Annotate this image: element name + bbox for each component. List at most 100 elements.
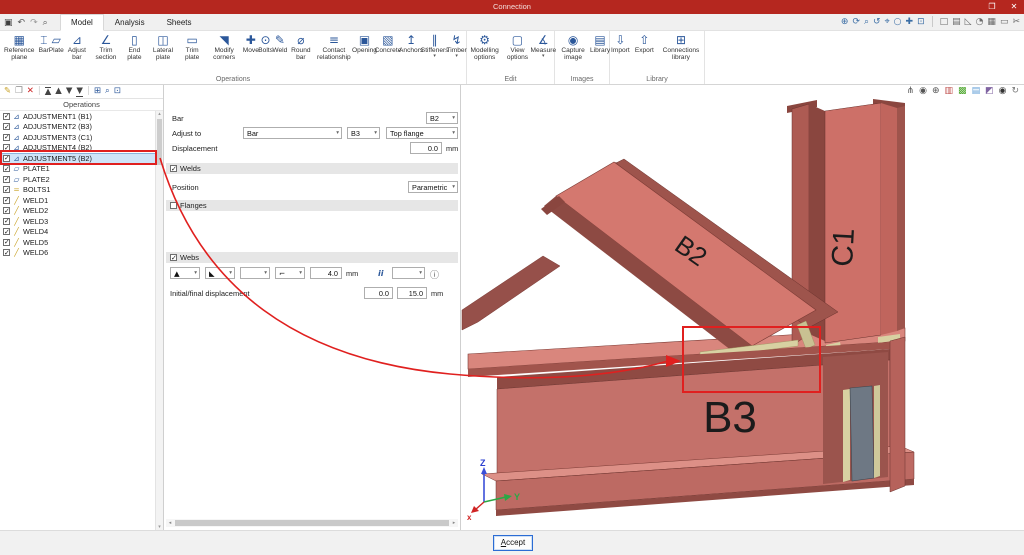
adjust-bar-button[interactable]: ⊿ Adjust bar bbox=[64, 33, 91, 61]
welds-checkbox[interactable] bbox=[170, 165, 177, 172]
checkbox[interactable] bbox=[3, 144, 10, 151]
comment-icon[interactable]: ▭ bbox=[1000, 17, 1009, 27]
tab-model[interactable]: Model bbox=[60, 14, 104, 31]
scroll-right-icon[interactable]: ▸ bbox=[450, 519, 458, 527]
tree-item-bolts1[interactable]: = BOLTS1 bbox=[0, 185, 163, 196]
tree-item-adjustment3[interactable]: ⊿ ADJUSTMENT3 (C1) bbox=[0, 132, 163, 143]
axes-icon[interactable]: ⋔ bbox=[907, 86, 915, 96]
perspective-icon[interactable]: ◉ bbox=[919, 86, 927, 96]
displacement-input[interactable]: 0.0 bbox=[410, 142, 442, 154]
tab-sheets[interactable]: Sheets bbox=[156, 14, 203, 31]
webs-checkbox[interactable] bbox=[170, 254, 177, 261]
weld-type-select[interactable]: ▲ ▾ bbox=[170, 267, 200, 279]
move-bottom-icon[interactable]: ▼ bbox=[76, 87, 83, 97]
toolbar-separator[interactable]: | bbox=[87, 87, 90, 96]
save-icon[interactable]: ▣ bbox=[4, 18, 13, 28]
ruler-icon[interactable]: ◺ bbox=[965, 17, 972, 27]
weld-pair-select[interactable]: ▾ bbox=[392, 267, 425, 279]
checkbox[interactable] bbox=[3, 176, 10, 183]
tree-item-weld5[interactable]: ╱ WELD5 bbox=[0, 237, 163, 248]
move-top-icon[interactable]: ▲ bbox=[45, 87, 52, 97]
checkbox[interactable] bbox=[3, 113, 10, 120]
connections-library-button[interactable]: ⊞ Connections library bbox=[658, 33, 704, 61]
delete-operation-icon[interactable]: ✕ bbox=[27, 87, 34, 96]
checkbox[interactable] bbox=[3, 155, 10, 162]
position-select[interactable]: Parametric ▾ bbox=[408, 181, 458, 193]
move-up-icon[interactable]: ▲ bbox=[55, 87, 62, 96]
visibility-icon[interactable]: ◉ bbox=[999, 86, 1007, 96]
previous-view-icon[interactable]: ↺ bbox=[873, 17, 881, 27]
checkbox[interactable] bbox=[3, 239, 10, 246]
move-down-icon[interactable]: ▼ bbox=[66, 87, 73, 96]
info-icon[interactable]: ⓘ bbox=[430, 268, 439, 281]
opening-button[interactable]: ▣ Opening bbox=[353, 33, 376, 54]
view-settings-icon[interactable]: ⊡ bbox=[917, 17, 925, 27]
concrete-button[interactable]: ▧ Concrete bbox=[376, 33, 400, 54]
redo-icon[interactable]: ↷ bbox=[30, 18, 38, 28]
reference-plane-button[interactable]: ▦ Reference plane bbox=[0, 33, 39, 61]
undo-icon[interactable]: ↶ bbox=[18, 18, 26, 28]
edit-operation-icon[interactable]: ✎ bbox=[4, 87, 11, 96]
initial-displacement-input[interactable]: 0.0 bbox=[364, 287, 393, 299]
pan-icon[interactable]: ⊕ bbox=[932, 86, 940, 96]
properties-scrollbar[interactable]: ◂ ▸ bbox=[166, 519, 458, 527]
checkbox[interactable] bbox=[3, 165, 10, 172]
tree-item-weld6[interactable]: ╱ WELD6 bbox=[0, 248, 163, 259]
weld-side-select[interactable]: ◣ ▾ bbox=[205, 267, 235, 279]
checkbox[interactable] bbox=[3, 197, 10, 204]
orbit-view-icon[interactable]: ⟳ bbox=[852, 17, 860, 27]
toolbar-separator[interactable]: | bbox=[38, 87, 41, 96]
checkbox[interactable] bbox=[3, 207, 10, 214]
tree-item-adjustment4[interactable]: ⊿ ADJUSTMENT4 (B2) bbox=[0, 143, 163, 154]
move-button[interactable]: ✚ Move bbox=[243, 33, 258, 54]
flanges-checkbox[interactable] bbox=[170, 202, 177, 209]
plate-button[interactable]: ▱ Plate bbox=[49, 33, 63, 54]
tree-item-weld3[interactable]: ╱ WELD3 bbox=[0, 216, 163, 227]
refresh-icon[interactable]: ⊡ bbox=[114, 87, 121, 96]
contact-relationship-button[interactable]: ≡ Contact relationship bbox=[315, 33, 354, 61]
search-operations-icon[interactable]: ⌕ bbox=[105, 87, 110, 96]
import-button[interactable]: ⇩ Import bbox=[610, 33, 631, 54]
checkbox[interactable] bbox=[3, 228, 10, 235]
tree-item-adjustment1[interactable]: ⊿ ADJUSTMENT1 (B1) bbox=[0, 111, 163, 122]
tree-item-weld1[interactable]: ╱ WELD1 bbox=[0, 195, 163, 206]
measure-button[interactable]: ∡ Measure ▾ bbox=[533, 33, 554, 59]
zoom-all-icon[interactable]: ✚ bbox=[906, 17, 914, 27]
checkbox[interactable] bbox=[3, 186, 10, 193]
export-button[interactable]: ⇧ Export bbox=[634, 33, 655, 54]
screen-icon[interactable]: ▤ bbox=[952, 17, 961, 27]
rotate-view-icon[interactable]: ↻ bbox=[1011, 86, 1019, 96]
library-button[interactable]: ▤ Library bbox=[591, 33, 609, 54]
tab-analysis[interactable]: Analysis bbox=[104, 14, 156, 31]
tree-item-adjustment5[interactable]: ⊿ ADJUSTMENT5 (B2) bbox=[0, 153, 163, 164]
tree-item-plate2[interactable]: ▱ PLATE2 bbox=[0, 174, 163, 185]
group-tree-icon[interactable]: ⊞ bbox=[94, 87, 101, 96]
tree-item-plate1[interactable]: ▱ PLATE1 bbox=[0, 164, 163, 175]
pan-view-icon[interactable]: ⊕ bbox=[841, 17, 849, 27]
weld-size-input[interactable]: 4.0 bbox=[310, 267, 342, 279]
bar-button[interactable]: ⌶ Bar bbox=[39, 33, 50, 54]
scrollbar-thumb[interactable] bbox=[175, 520, 449, 526]
final-displacement-input[interactable]: 15.0 bbox=[397, 287, 427, 299]
scroll-left-icon[interactable]: ◂ bbox=[166, 519, 174, 527]
toggle-plates-icon[interactable]: ▩ bbox=[958, 86, 967, 96]
zoom-window-icon[interactable]: ⌖ bbox=[885, 17, 890, 27]
weld-symbol-select[interactable]: ⌐ ▾ bbox=[275, 267, 305, 279]
toggle-members-icon[interactable]: ▥ bbox=[945, 86, 954, 96]
adjust-type-select[interactable]: Bar ▾ bbox=[243, 127, 342, 139]
tree-scrollbar[interactable]: ▴ ▾ bbox=[155, 111, 163, 530]
zoom-view-icon[interactable]: ⌕ bbox=[864, 17, 869, 27]
timber-button[interactable]: ↯ Timber ▾ bbox=[447, 33, 466, 59]
scrollbar-thumb[interactable] bbox=[157, 119, 162, 165]
bar-select[interactable]: B2 ▾ bbox=[426, 112, 458, 124]
checkbox[interactable] bbox=[3, 134, 10, 141]
modelling-options-button[interactable]: ⚙ Modelling options bbox=[467, 33, 502, 61]
scroll-up-icon[interactable]: ▴ bbox=[156, 111, 163, 117]
adjust-member-select[interactable]: B3 ▾ bbox=[347, 127, 380, 139]
window-layout-icon[interactable]: □ bbox=[940, 17, 949, 27]
3d-scene[interactable]: C1 B2 bbox=[461, 85, 1024, 530]
capture-image-button[interactable]: ◉ Capture image bbox=[555, 33, 591, 61]
anchors-button[interactable]: ↥ Anchors bbox=[400, 33, 422, 54]
weld-material-select[interactable]: ▾ bbox=[240, 267, 270, 279]
trim-plate-button[interactable]: ▭ Trim plate bbox=[179, 33, 205, 61]
